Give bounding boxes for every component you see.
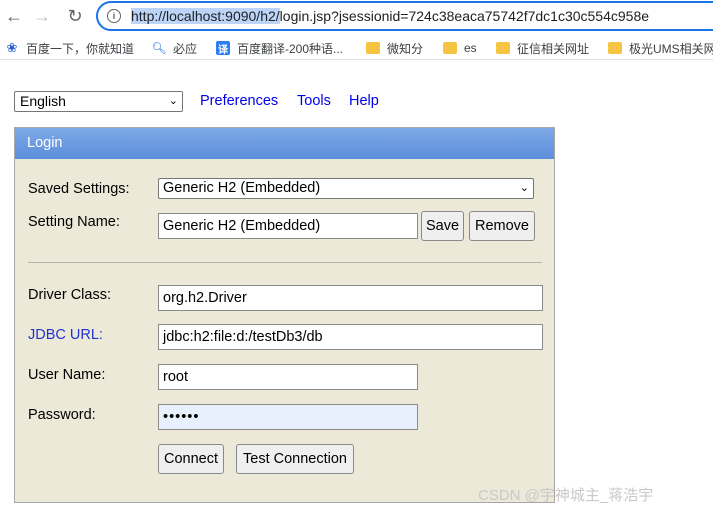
reload-icon[interactable]: ↻ [63, 4, 87, 28]
language-select[interactable]: English ⌄ [14, 91, 183, 112]
bookmark-label: 必应 [173, 41, 198, 56]
chevron-down-icon: ⌄ [519, 182, 529, 194]
tools-link[interactable]: Tools [297, 93, 331, 109]
bookmark-baidu-translate[interactable]: 译 百度翻译-200种语... [216, 39, 343, 57]
url-rest: login.jsp?jsessionid=724c38eaca75742f7dc… [279, 8, 650, 24]
chevron-down-icon: ⌄ [168, 95, 178, 107]
login-header: Login [15, 128, 554, 159]
folder-icon [496, 42, 510, 54]
save-button[interactable]: Save [421, 211, 464, 241]
user-name-input[interactable]: root [158, 364, 418, 390]
browser-toolbar: ← → ↻ i http://localhost:9090/h2/login.j… [0, 0, 713, 32]
bookmark-folder-zhengxin[interactable]: 征信相关网址 [496, 39, 589, 57]
saved-settings-label: Saved Settings: [28, 181, 130, 197]
help-link[interactable]: Help [349, 93, 379, 109]
folder-icon [443, 42, 457, 54]
bookmark-label: es [464, 41, 477, 55]
baidu-paw-icon: ❀ [6, 40, 18, 55]
bookmark-label: 微知分 [387, 41, 424, 56]
jdbc-url-link[interactable]: JDBC URL: [28, 327, 103, 343]
bookmarks-bar: ❀ 百度一下，你就知道 🔍︎ 必应 译 百度翻译-200种语... 微知分 es… [0, 34, 713, 60]
login-panel: Login Saved Settings: Generic H2 (Embedd… [14, 127, 555, 503]
search-icon: 🔍︎ [151, 41, 167, 55]
driver-class-input[interactable]: org.h2.Driver [158, 285, 543, 311]
language-value: English [20, 93, 66, 109]
bookmark-folder-jiguang[interactable]: 极光UMS相关网 [608, 39, 713, 57]
connect-button[interactable]: Connect [158, 444, 224, 474]
bookmark-label: 百度一下，你就知道 [26, 41, 135, 56]
remove-button[interactable]: Remove [469, 211, 535, 241]
setting-name-label: Setting Name: [28, 214, 120, 230]
bookmark-bing[interactable]: 🔍︎ 必应 [151, 39, 198, 57]
bookmark-folder-weizhifen[interactable]: 微知分 [366, 39, 423, 57]
address-bar[interactable]: i http://localhost:9090/h2/login.jsp?jse… [96, 1, 713, 31]
test-connection-button[interactable]: Test Connection [236, 444, 354, 474]
bookmark-folder-es[interactable]: es [443, 39, 477, 57]
translate-icon: 译 [216, 41, 230, 56]
back-arrow-icon[interactable]: ← [2, 4, 26, 28]
folder-icon [366, 42, 380, 54]
watermark: CSDN @宇神城主_蒋浩宇 [478, 487, 654, 504]
bookmark-label: 征信相关网址 [517, 41, 590, 56]
bookmark-label: 百度翻译-200种语... [237, 41, 344, 56]
bookmark-label: 极光UMS相关网 [629, 41, 713, 56]
folder-icon [608, 42, 622, 54]
jdbc-url-input[interactable]: jdbc:h2:file:d:/testDb3/db [158, 324, 543, 350]
url-text[interactable]: http://localhost:9090/h2/login.jsp?jsess… [131, 8, 649, 24]
site-info-icon[interactable]: i [107, 9, 121, 23]
url-highlighted: http://localhost:9090/h2/ [131, 8, 280, 24]
saved-settings-value: Generic H2 (Embedded) [163, 180, 321, 196]
user-name-label: User Name: [28, 367, 106, 383]
forward-arrow-icon[interactable]: → [30, 4, 54, 28]
divider [28, 262, 542, 263]
preferences-link[interactable]: Preferences [200, 93, 278, 109]
saved-settings-select[interactable]: Generic H2 (Embedded) ⌄ [158, 178, 534, 199]
password-input[interactable]: •••••• [158, 404, 418, 430]
setting-name-input[interactable]: Generic H2 (Embedded) [158, 213, 418, 239]
password-label: Password: [28, 407, 96, 423]
bookmark-baidu[interactable]: ❀ 百度一下，你就知道 [5, 39, 134, 57]
driver-class-label: Driver Class: [28, 287, 111, 303]
